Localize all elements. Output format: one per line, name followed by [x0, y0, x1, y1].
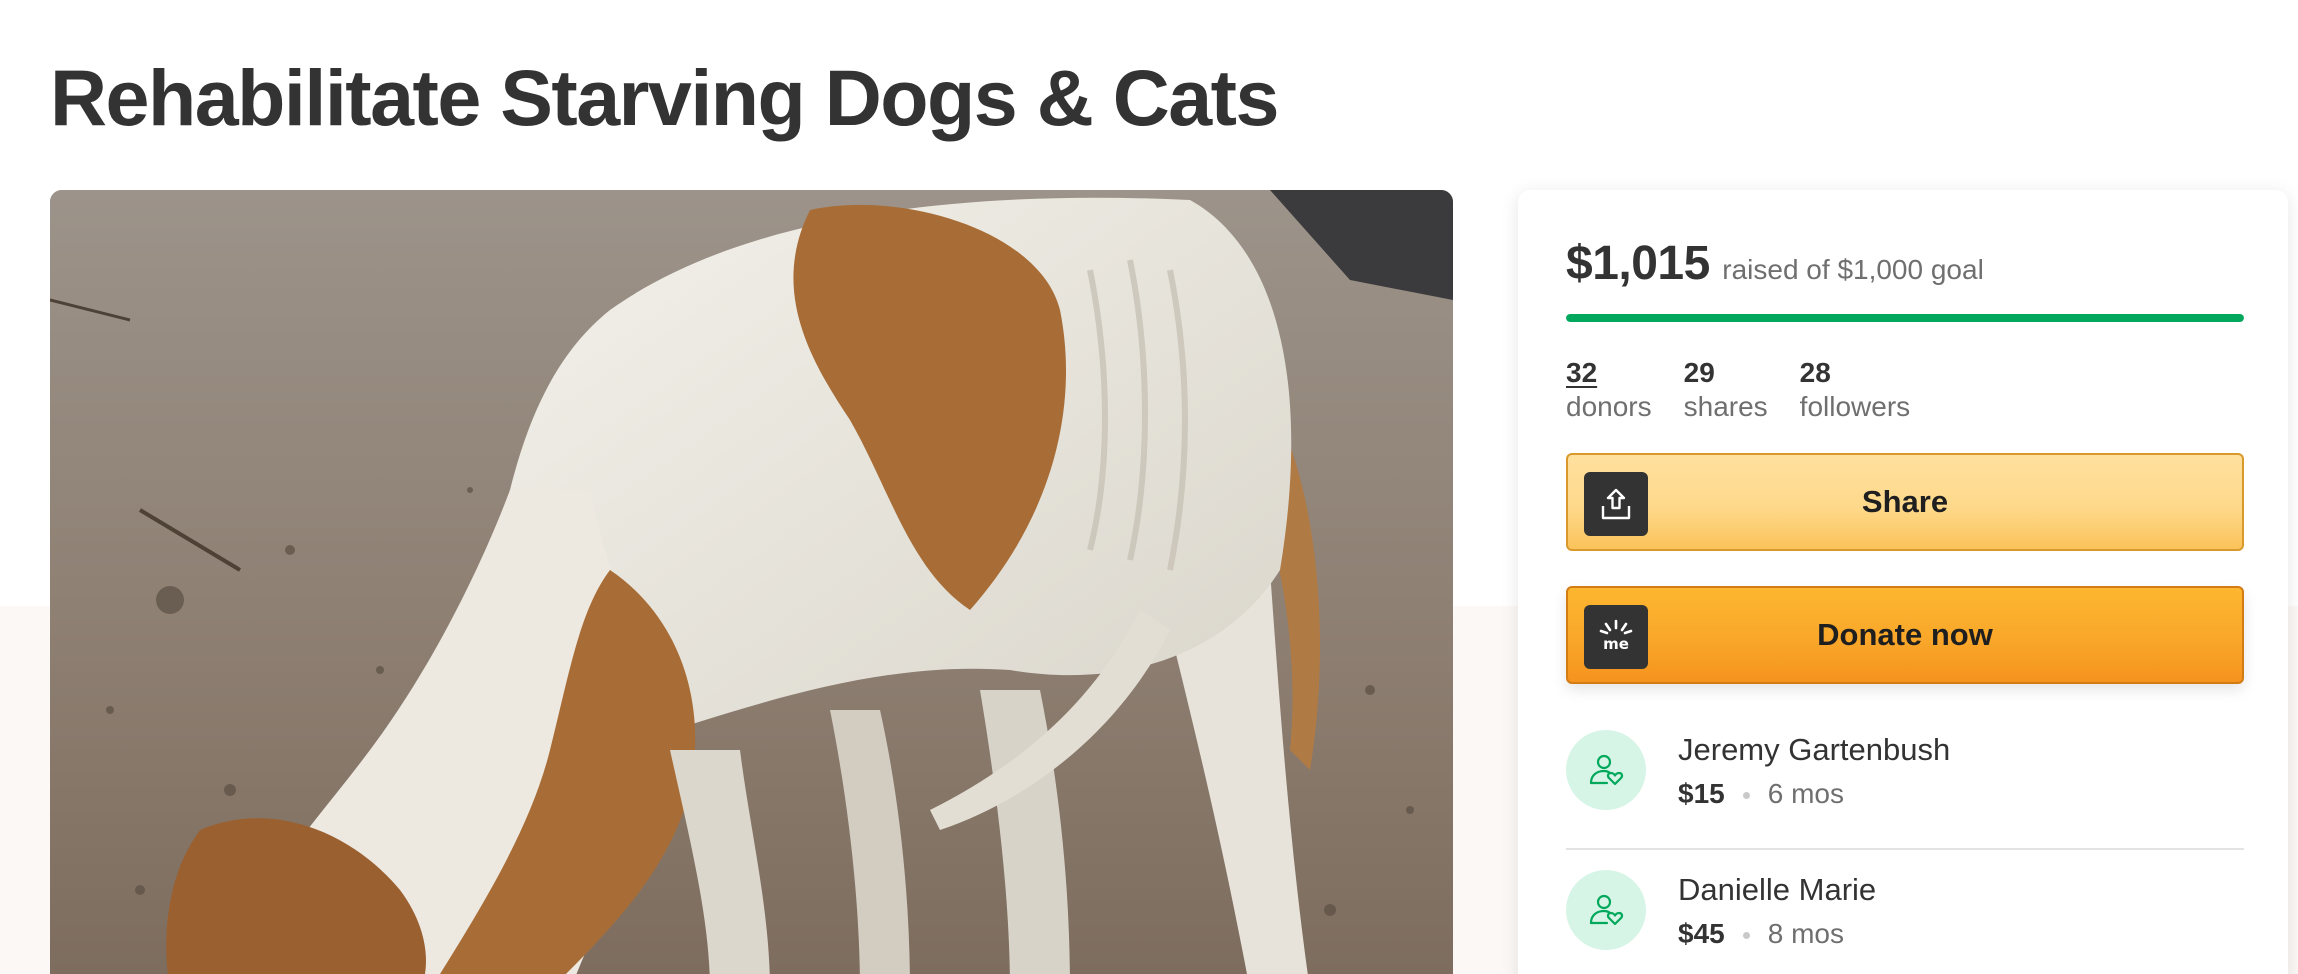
donation-amount: $15 — [1678, 778, 1725, 809]
stat-donors-label: donors — [1566, 391, 1652, 422]
donation-amount: $45 — [1678, 918, 1725, 949]
donor-heart-glyph — [1589, 754, 1624, 786]
stat-shares-count: 29 — [1683, 357, 1715, 388]
stat-followers-count: 28 — [1799, 357, 1831, 388]
donate-now-button[interactable]: me Donate now — [1566, 586, 2244, 684]
donor-name: Jeremy Gartenbush — [1678, 732, 1951, 767]
campaign-hero-image[interactable] — [50, 190, 1453, 974]
amount-raised: $1,015 — [1566, 237, 1710, 290]
stat-donors-count[interactable]: 32 — [1566, 356, 1652, 390]
donor-heart-icon — [1566, 870, 1646, 950]
donation-meta: $15 6 mos — [1678, 778, 1844, 810]
campaign-title: Rehabilitate Starving Dogs & Cats — [50, 53, 1279, 142]
goal-text: raised of $1,000 goal — [1722, 254, 1984, 285]
donation-time: 8 mos — [1767, 918, 1844, 949]
donation-divider — [1566, 848, 2244, 850]
stat-donors[interactable]: 32 donors — [1566, 356, 1652, 424]
meta-separator-dot — [1742, 932, 1750, 940]
donation-card: $1,015 raised of $1,000 goal 32 donors 2… — [1518, 190, 2288, 974]
donor-heart-icon — [1566, 730, 1646, 810]
dog-photo-illustration — [50, 190, 1453, 974]
stat-followers: 28 followers — [1800, 356, 1910, 424]
progress-bar-fill — [1566, 314, 2244, 322]
donor-name: Danielle Marie — [1678, 872, 1877, 907]
share-button[interactable]: Share — [1566, 453, 2244, 551]
donate-now-button-label: Donate now — [1817, 617, 1993, 652]
campaign-page: Rehabilitate Starving Dogs & Cats $1,015… — [0, 0, 2298, 974]
donation-time: 6 mos — [1767, 778, 1844, 809]
donor-heart-glyph — [1589, 894, 1624, 926]
donation-list-item: Jeremy Gartenbush $15 6 mos — [1566, 712, 2244, 850]
stat-followers-label: followers — [1799, 391, 1911, 422]
donation-list-item: Danielle Marie $45 8 mos — [1566, 852, 2244, 972]
meta-separator-dot — [1742, 792, 1750, 800]
share-button-label: Share — [1861, 484, 1949, 519]
stat-shares-label: shares — [1683, 391, 1768, 422]
stat-shares: 29 shares — [1684, 356, 1768, 424]
amount-raised-row: $1,015 raised of $1,000 goal — [1566, 236, 1984, 291]
campaign-stats: 32 donors 29 shares 28 followers — [1566, 356, 1910, 424]
donation-meta: $45 8 mos — [1678, 918, 1844, 950]
progress-bar — [1566, 314, 2244, 322]
